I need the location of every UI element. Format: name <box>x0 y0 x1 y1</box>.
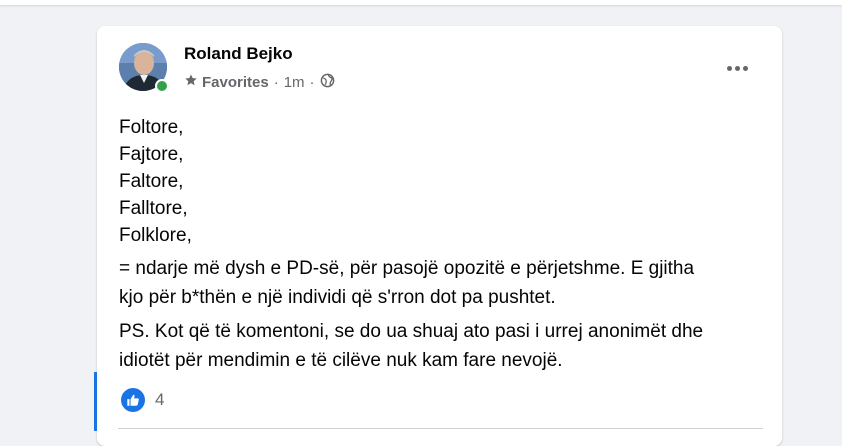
post-line: Faltore, <box>119 171 184 192</box>
author-name[interactable]: Roland Bejko <box>184 44 293 64</box>
reaction-count[interactable]: 4 <box>155 390 164 410</box>
post-line: kjo për b*thën e një individi që s'rron … <box>119 287 556 308</box>
top-bar <box>0 0 842 5</box>
post-line: PS. Kot që të komentoni, se do ua shuaj … <box>119 321 704 342</box>
focus-accent-bar <box>94 372 97 431</box>
online-status-dot <box>155 79 169 93</box>
post-card: Roland Bejko Favorites · 1m · Foltore, F… <box>97 26 782 446</box>
post-paragraph: = ndarje më dysh e PD-së, për pasojë opo… <box>119 254 769 312</box>
globe-icon[interactable] <box>320 73 335 92</box>
post-line: Fajtore, <box>119 144 184 165</box>
post-line: idiotët për mendimin e të cilëve nuk kam… <box>119 350 563 371</box>
reactions-summary[interactable]: 4 <box>121 386 164 414</box>
post-line: Falltore, <box>119 198 188 219</box>
meta-separator: · <box>273 73 279 91</box>
meta-separator: · <box>309 73 315 91</box>
post-meta: Favorites · 1m · <box>184 72 335 92</box>
star-icon <box>184 73 198 91</box>
post-line: Folklore, <box>119 225 192 246</box>
divider <box>118 428 763 429</box>
like-icon <box>121 388 145 412</box>
post-time[interactable]: 1m <box>284 74 305 91</box>
post-text: Foltore, Fajtore, Faltore, Falltore, Fol… <box>119 114 759 249</box>
post-line: Foltore, <box>119 117 184 138</box>
post-paragraph: PS. Kot që të komentoni, se do ua shuaj … <box>119 317 769 375</box>
post-line: = ndarje më dysh e PD-së, për pasojë opo… <box>119 258 695 279</box>
more-options-icon[interactable] <box>719 56 755 80</box>
audience-label[interactable]: Favorites <box>202 74 269 91</box>
